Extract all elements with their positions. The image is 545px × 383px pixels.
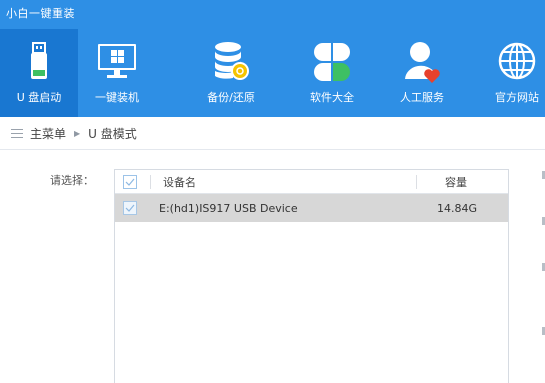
nav-label: 一键装机: [95, 91, 139, 104]
column-divider: [150, 175, 151, 189]
table-row[interactable]: E:(hd1)IS917 USB Device 14.84G: [115, 194, 508, 222]
breadcrumb-current: U 盘模式: [88, 126, 137, 141]
app-title: 小白一键重装: [6, 7, 75, 20]
breadcrumb-root[interactable]: 主菜单: [30, 125, 66, 142]
column-header-device-name[interactable]: 设备名: [163, 174, 196, 190]
device-name-cell: E:(hd1)IS917 USB Device: [159, 201, 298, 215]
user-heart-icon: [400, 39, 444, 83]
nav-item-human-service[interactable]: 人工服务: [383, 29, 461, 117]
select-all-checkbox[interactable]: [123, 174, 137, 189]
check-icon: [125, 204, 135, 212]
nav-label: 备份/还原: [207, 91, 255, 104]
table-header: 设备名 容量: [115, 170, 508, 194]
breadcrumb: 主菜单 ▶ U 盘模式: [0, 117, 545, 150]
breadcrumb-separator-icon: ▶: [74, 128, 81, 138]
nav-item-usb-boot[interactable]: U 盘启动: [0, 29, 78, 117]
top-bar: 小白一键重装 U 盘启动 一键装机 备份/还原 软件大全 人工服务 官方网站: [0, 0, 545, 117]
windows-monitor-icon: [95, 39, 139, 83]
nav-label: 软件大全: [310, 91, 354, 104]
main-nav: U 盘启动 一键装机 备份/还原 软件大全 人工服务 官方网站: [0, 29, 545, 117]
database-backup-icon: [209, 39, 253, 83]
nav-item-backup-restore[interactable]: 备份/还原: [192, 29, 270, 117]
menu-list-icon: [11, 128, 23, 138]
usb-drive-icon: [17, 39, 61, 83]
check-icon: [125, 178, 135, 186]
globe-icon: [495, 39, 539, 83]
device-capacity-cell: 14.84G: [437, 201, 478, 215]
clover-apps-icon: [310, 39, 354, 83]
nav-item-one-click-install[interactable]: 一键装机: [78, 29, 156, 117]
nav-label: U 盘启动: [16, 91, 62, 104]
device-table: 设备名 容量 E:(hd1)IS917 USB Device 14.84G: [114, 169, 509, 383]
main-content: 请选择： 设备名 容量 E:(hd1)IS917 USB Device 14.8…: [0, 151, 545, 383]
select-label: 请选择：: [50, 174, 94, 187]
row-checkbox[interactable]: [123, 201, 137, 215]
nav-label: 人工服务: [400, 91, 444, 104]
nav-label: 官方网站: [495, 91, 539, 104]
nav-item-software[interactable]: 软件大全: [293, 29, 371, 117]
column-header-capacity[interactable]: 容量: [445, 174, 467, 190]
column-divider: [416, 175, 417, 189]
nav-item-official-site[interactable]: 官方网站: [478, 29, 545, 117]
right-panel-edge: [538, 151, 545, 383]
